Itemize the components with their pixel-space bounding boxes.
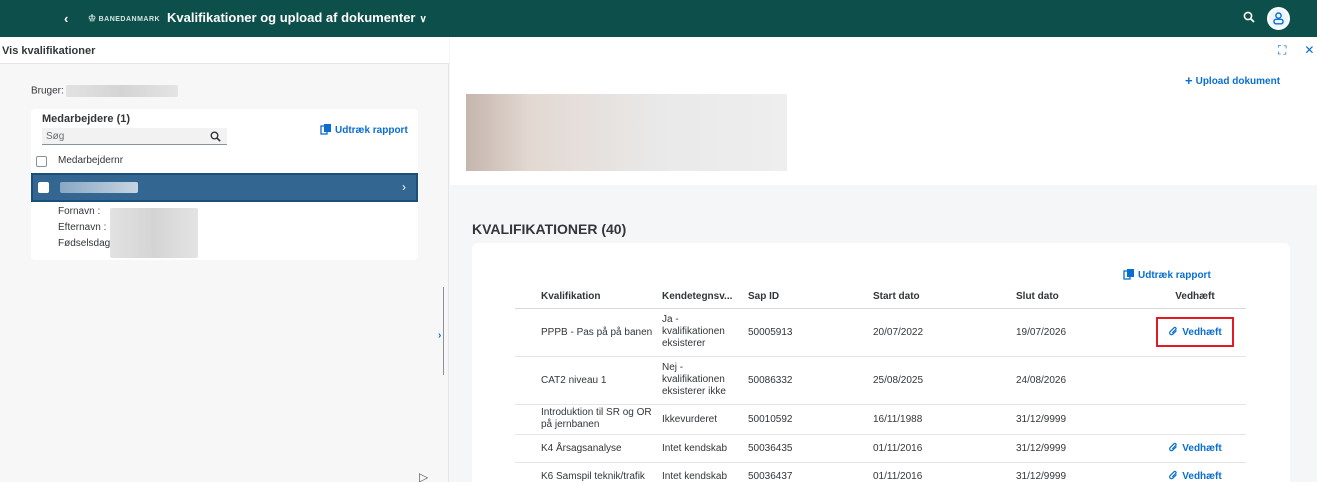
user-avatar[interactable] <box>1267 7 1290 30</box>
paperclip-icon <box>1169 442 1178 452</box>
chevron-down-icon: ∨ <box>419 14 427 25</box>
banedanmark-logo: ♔ BANEDANMARK <box>88 13 161 23</box>
close-icon[interactable]: ✕ <box>1304 43 1314 57</box>
right-panel-header: ⛶ ✕ + Upload dokument <box>450 37 1317 185</box>
left-panel-title: Vis kvalifikationer <box>2 45 96 57</box>
qualifications-card: Udtræk rapport Kvalifikation Kendetegnsv… <box>472 243 1290 482</box>
mouse-cursor-icon: ▷ <box>419 470 429 482</box>
paperclip-icon <box>1169 470 1178 480</box>
search-icon[interactable] <box>1243 11 1255 23</box>
column-header[interactable]: Vedhæft <box>1144 285 1246 309</box>
export-report-button[interactable]: Udtræk rapport <box>320 123 408 136</box>
shell-bar: ‹ ♔ BANEDANMARK Kvalifikationer og upload… <box>0 0 1317 37</box>
table-row[interactable]: CAT2 niveau 1 Nej - kvalifikationen eksi… <box>515 356 1246 405</box>
fullscreen-icon[interactable]: ⛶ <box>1278 43 1286 57</box>
table-row[interactable]: PPPB - Pas på på banen Ja - kvalifikatio… <box>515 308 1246 357</box>
attach-button[interactable]: Vedhæft <box>1168 470 1222 482</box>
list-item-selected[interactable]: › <box>31 173 418 202</box>
redacted-employee <box>60 182 138 193</box>
search-input[interactable]: Søg <box>42 128 227 145</box>
row-checkbox[interactable] <box>38 182 49 193</box>
export-report-button[interactable]: Udtræk rapport <box>1123 268 1211 281</box>
crown-icon: ♔ <box>88 13 97 23</box>
column-header[interactable]: Slut dato <box>1016 285 1144 309</box>
column-header[interactable]: Kendetegnsv... <box>658 285 744 309</box>
paperclip-icon <box>1169 326 1178 336</box>
select-all-checkbox[interactable] <box>36 156 47 167</box>
export-icon <box>320 124 331 135</box>
table-header-row: Kvalifikation Kendetegnsv... Sap ID Star… <box>515 285 1246 309</box>
list-header-row: Medarbejdernr <box>31 149 418 174</box>
attach-button[interactable]: Vedhæft <box>1168 442 1222 454</box>
back-button[interactable]: ‹ <box>64 11 68 26</box>
redacted-details <box>110 208 198 258</box>
column-header[interactable]: Kvalifikation <box>515 285 658 309</box>
export-icon <box>1123 269 1134 280</box>
user-line: Bruger: <box>31 85 178 97</box>
column-header[interactable]: Sap ID <box>744 285 873 309</box>
splitter[interactable] <box>443 287 444 375</box>
employee-details: Fornavn : Efternavn : Fødselsdag <box>58 206 111 249</box>
upload-document-button[interactable]: + Upload dokument <box>1185 73 1280 88</box>
app-title-menu[interactable]: Kvalifikationer og upload af dokumenter ∨ <box>167 10 427 25</box>
search-icon[interactable] <box>210 131 221 142</box>
qualifications-table: Kvalifikation Kendetegnsv... Sap ID Star… <box>515 285 1246 482</box>
user-icon <box>1273 12 1284 25</box>
redacted-user <box>65 85 178 97</box>
table-row[interactable]: K6 Samspil teknik/trafik Intet kendskab … <box>515 462 1246 482</box>
attach-button[interactable]: Vedhæft <box>1156 317 1234 347</box>
column-header[interactable]: Start dato <box>873 285 1016 309</box>
employee-list-title: Medarbejdere (1) <box>42 113 131 125</box>
left-panel: Vis kvalifikationer Bruger: Medarbejdere… <box>0 37 449 482</box>
redacted-image <box>466 94 787 171</box>
table-row[interactable]: K4 Årsagsanalyse Intet kendskab 50036435… <box>515 434 1246 463</box>
left-panel-header: Vis kvalifikationer <box>0 37 449 64</box>
chevron-right-icon: › <box>402 180 406 194</box>
expand-arrow-icon[interactable]: › <box>438 330 441 341</box>
section-title: KVALIFIKATIONER (40) <box>472 221 627 237</box>
table-row[interactable]: Introduktion til SR og OR på jernbanen I… <box>515 404 1246 435</box>
column-label: Medarbejdernr <box>58 155 124 166</box>
